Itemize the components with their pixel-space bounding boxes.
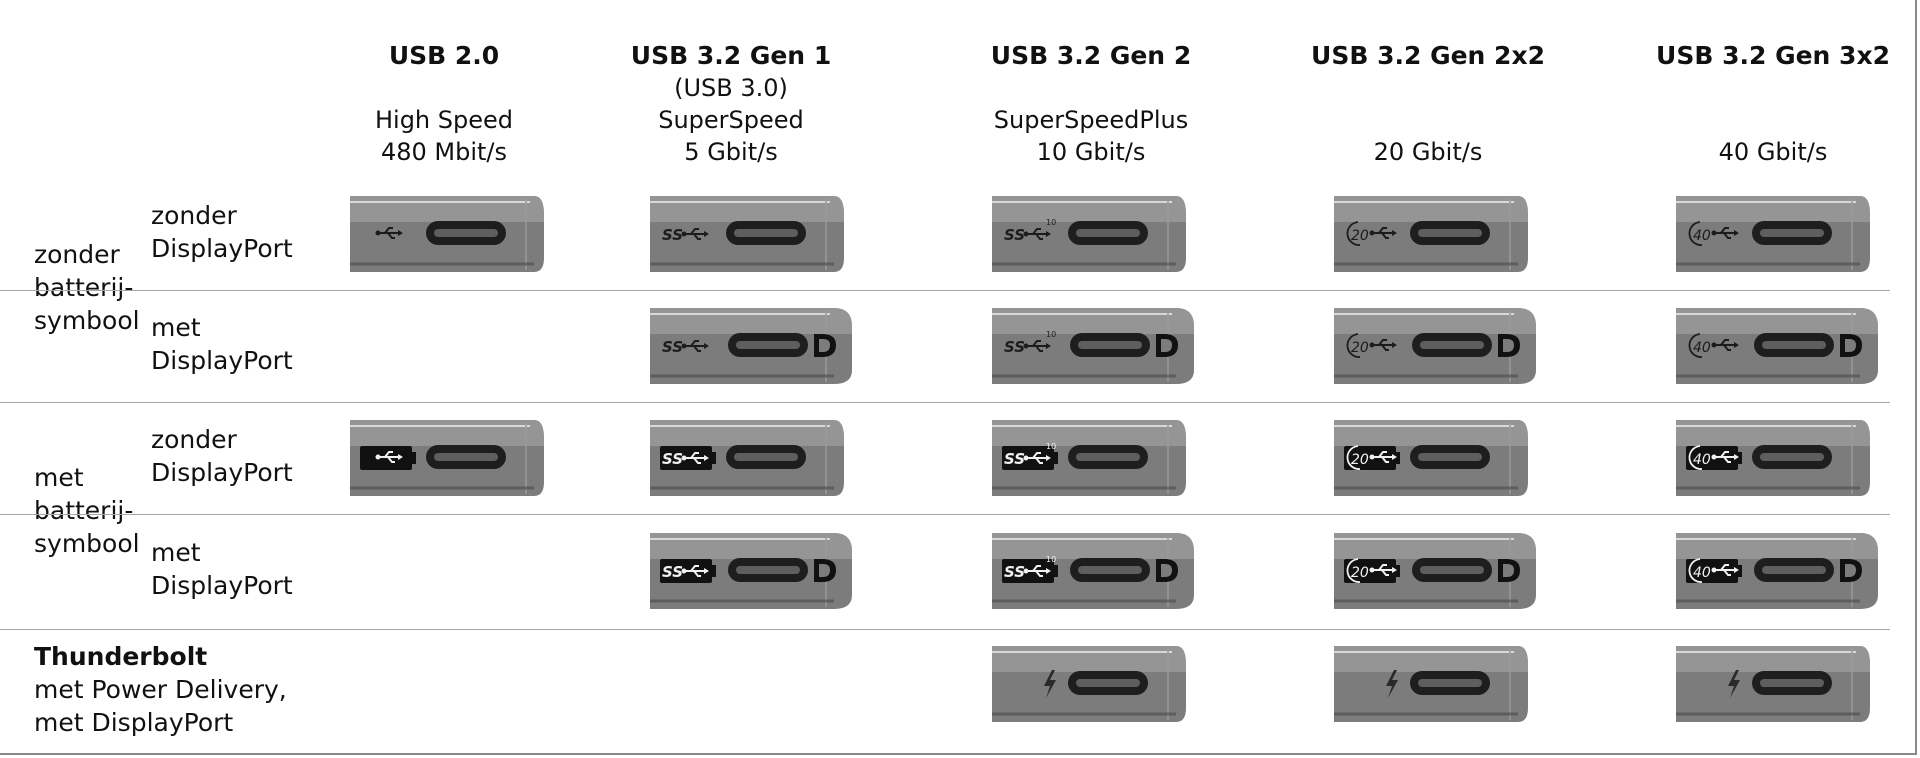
header-gen1: USB 3.2 Gen 1 (USB 3.0) SuperSpeed 5 Gbi… xyxy=(571,40,891,168)
port-icon-gen3x2-row5 xyxy=(1676,642,1876,724)
group-label-line: batterij- xyxy=(34,496,134,525)
column-subtitle xyxy=(1268,72,1588,104)
column-name: SuperSpeed xyxy=(658,106,804,134)
column-speed: 40 Gbit/s xyxy=(1718,138,1828,166)
row-label-line: DisplayPort xyxy=(151,571,293,600)
svg-text:SS: SS xyxy=(662,226,683,244)
column-name xyxy=(1613,104,1920,136)
port-icon-gen3x2-row1: 40 xyxy=(1676,192,1876,274)
column-speed: 10 Gbit/s xyxy=(1036,138,1146,166)
row-divider xyxy=(0,290,1890,291)
group-label-no-battery: zonder batterij- symbool xyxy=(34,238,140,337)
row-divider xyxy=(0,514,1890,515)
row-label-line: met xyxy=(151,313,201,342)
svg-text:10: 10 xyxy=(1046,330,1056,339)
port-icon-gen2x2-row5 xyxy=(1334,642,1534,724)
column-speed: 5 Gbit/s xyxy=(684,138,778,166)
port-icon-gen3x2-row2: 40 xyxy=(1676,304,1878,386)
column-title: USB 3.2 Gen 2x2 xyxy=(1311,41,1545,70)
usb-port-overview: USB 2.0 High Speed 480 Mbit/s USB 3.2 Ge… xyxy=(0,0,1920,758)
port-icon-gen2-row1: SS 10 xyxy=(992,192,1192,274)
thunderbolt-line: met Power Delivery, xyxy=(34,675,287,704)
svg-text:20: 20 xyxy=(1351,340,1369,356)
svg-text:20: 20 xyxy=(1351,228,1369,244)
port-icon-gen2x2-row2: 20 xyxy=(1334,304,1536,386)
port-icon-gen2x2-row4: 20 xyxy=(1334,529,1536,611)
svg-text:SS: SS xyxy=(662,563,683,581)
row-label-line: DisplayPort xyxy=(151,346,293,375)
port-icon-gen1-row3: SS xyxy=(650,416,850,498)
column-subtitle xyxy=(1613,72,1920,104)
port-icon-gen1-row1: SS xyxy=(650,192,850,274)
column-title: USB 2.0 xyxy=(388,41,500,70)
svg-text:20: 20 xyxy=(1351,452,1369,468)
svg-text:40: 40 xyxy=(1693,452,1711,468)
svg-text:SS: SS xyxy=(1004,338,1025,356)
port-icon-gen3x2-row3: 40 xyxy=(1676,416,1876,498)
port-icon-usb20-row3 xyxy=(350,416,550,498)
port-icon-gen2-row4: SS 10 xyxy=(992,529,1194,611)
column-title: USB 3.2 Gen 3x2 xyxy=(1656,41,1890,70)
thunderbolt-title: Thunderbolt xyxy=(34,642,208,671)
port-icon-gen2x2-row1: 20 xyxy=(1334,192,1534,274)
row-label-battery-no-dp: zonder DisplayPort xyxy=(151,423,293,489)
row-label-line: zonder xyxy=(151,201,237,230)
svg-text:10: 10 xyxy=(1046,442,1056,451)
port-icon-gen2-row2: SS 10 xyxy=(992,304,1194,386)
row-label-line: DisplayPort xyxy=(151,458,293,487)
group-label-line: zonder xyxy=(34,240,120,269)
column-speed: 480 Mbit/s xyxy=(380,138,508,166)
row-label-line: met xyxy=(151,538,201,567)
thunderbolt-line: met DisplayPort xyxy=(34,708,234,737)
svg-text:SS: SS xyxy=(1004,450,1025,468)
header-gen2x2: USB 3.2 Gen 2x2 20 Gbit/s xyxy=(1268,40,1588,168)
group-label-line: symbool xyxy=(34,306,140,335)
row-label-no-dp: zonder DisplayPort xyxy=(151,199,293,265)
port-icon-gen3x2-row4: 40 xyxy=(1676,529,1878,611)
svg-text:10: 10 xyxy=(1046,555,1056,564)
header-gen2: USB 3.2 Gen 2 SuperSpeedPlus 10 Gbit/s xyxy=(931,40,1251,168)
row-label-battery-dp: met DisplayPort xyxy=(151,536,293,602)
group-label-line: met xyxy=(34,463,84,492)
row-label-thunderbolt: Thunderbolt met Power Delivery, met Disp… xyxy=(34,640,287,739)
port-icon-gen2-row5 xyxy=(992,642,1192,724)
row-label-dp: met DisplayPort xyxy=(151,311,293,377)
column-name xyxy=(1268,104,1588,136)
port-icon-usb20-row1 xyxy=(350,192,550,274)
group-divider xyxy=(0,402,1890,403)
header-usb20: USB 2.0 High Speed 480 Mbit/s xyxy=(284,40,604,168)
svg-text:40: 40 xyxy=(1693,565,1711,581)
column-subtitle xyxy=(931,72,1251,104)
group-divider xyxy=(0,629,1890,630)
svg-text:SS: SS xyxy=(662,338,683,356)
group-label-line: symbool xyxy=(34,529,140,558)
column-title: USB 3.2 Gen 1 xyxy=(630,41,832,70)
column-name: High Speed xyxy=(374,106,514,134)
column-speed: 20 Gbit/s xyxy=(1373,138,1483,166)
port-icon-gen2-row3: SS 10 xyxy=(992,416,1192,498)
group-label-battery: met batterij- symbool xyxy=(34,461,140,560)
port-icon-gen1-row4: SS xyxy=(650,529,852,611)
column-name: SuperSpeedPlus xyxy=(993,106,1189,134)
svg-text:40: 40 xyxy=(1693,340,1711,356)
svg-text:40: 40 xyxy=(1693,228,1711,244)
row-label-line: zonder xyxy=(151,425,237,454)
column-subtitle xyxy=(284,72,604,104)
svg-text:20: 20 xyxy=(1351,565,1369,581)
svg-text:SS: SS xyxy=(662,450,683,468)
column-subtitle: (USB 3.0) xyxy=(674,74,788,102)
svg-text:SS: SS xyxy=(1004,226,1025,244)
row-label-line: DisplayPort xyxy=(151,234,293,263)
svg-text:SS: SS xyxy=(1004,563,1025,581)
column-title: USB 3.2 Gen 2 xyxy=(990,41,1192,70)
port-icon-gen1-row2: SS xyxy=(650,304,852,386)
svg-text:10: 10 xyxy=(1046,218,1056,227)
port-icon-gen2x2-row3: 20 xyxy=(1334,416,1534,498)
group-label-line: batterij- xyxy=(34,273,134,302)
header-gen3x2: USB 3.2 Gen 3x2 40 Gbit/s xyxy=(1613,40,1920,168)
